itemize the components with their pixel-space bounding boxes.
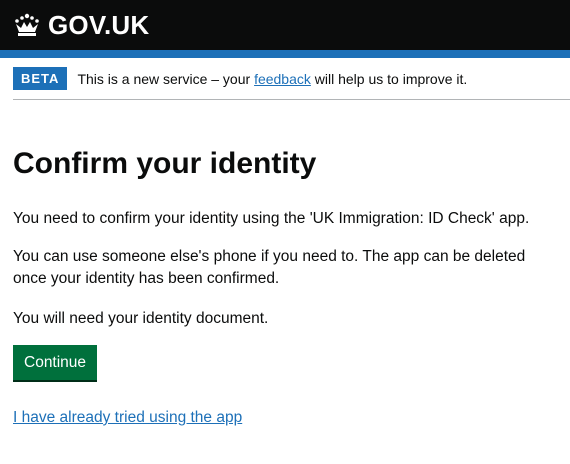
- phase-text-before: This is a new service – your: [77, 70, 255, 87]
- phone-info-paragraph: You can use someone else's phone if you …: [13, 248, 526, 287]
- intro-paragraph: You need to confirm your identity using …: [13, 210, 530, 227]
- phase-banner-text: This is a new service – your feedback wi…: [77, 70, 467, 88]
- phase-banner: BETA This is a new service – your feedba…: [13, 58, 570, 100]
- document-info-paragraph: You will need your identity document.: [13, 310, 269, 327]
- logo-text: GOV.UK: [48, 10, 150, 40]
- continue-button[interactable]: Continue: [13, 345, 98, 380]
- already-tried-app-link[interactable]: I have already tried using the app: [13, 407, 242, 429]
- feedback-link[interactable]: feedback: [254, 71, 311, 87]
- header-accent-bar: [0, 50, 570, 58]
- beta-tag: BETA: [13, 67, 68, 90]
- page-title: Confirm your identity: [13, 147, 317, 180]
- phase-text-after: will help us to improve it.: [310, 70, 468, 87]
- crown-icon: [15, 13, 39, 36]
- govuk-logo-link[interactable]: GOV.UK: [13, 10, 149, 40]
- site-header: GOV.UK: [0, 0, 570, 50]
